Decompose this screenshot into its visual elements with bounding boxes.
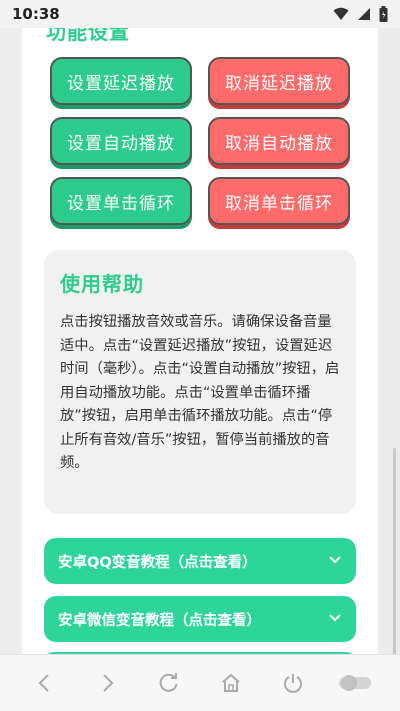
power-icon[interactable] bbox=[271, 661, 315, 705]
button-row: 设置延迟播放 取消延迟播放 bbox=[50, 57, 350, 105]
accordion-label: 安卓微信变音教程（点击查看） bbox=[58, 612, 261, 629]
scrollbar-track bbox=[378, 28, 400, 668]
button-grid: 设置延迟播放 取消延迟播放 设置自动播放 取消自动播放 设置单击循环 取消单击循… bbox=[50, 57, 350, 237]
forward-icon[interactable] bbox=[85, 661, 129, 705]
accordion-qq-tutorial[interactable]: 安卓QQ变音教程（点击查看） bbox=[44, 538, 356, 584]
cancel-loop-button[interactable]: 取消单击循环 bbox=[208, 177, 350, 225]
button-row: 设置单击循环 取消单击循环 bbox=[50, 177, 350, 225]
home-icon[interactable] bbox=[209, 661, 253, 705]
page-card: 功能设置 设置延迟播放 取消延迟播放 设置自动播放 取消自动播放 设置单击循环 … bbox=[22, 0, 378, 654]
help-title: 使用帮助 bbox=[60, 272, 144, 296]
cancel-auto-button[interactable]: 取消自动播放 bbox=[208, 117, 350, 165]
status-icons bbox=[333, 6, 388, 22]
help-text: 点击按钮播放音效或音乐。请确保设备音量适中。点击“设置延迟播放”按钮，设置延迟时… bbox=[60, 314, 340, 471]
set-loop-button[interactable]: 设置单击循环 bbox=[50, 177, 192, 225]
button-row: 设置自动播放 取消自动播放 bbox=[50, 117, 350, 165]
battery-icon bbox=[379, 6, 388, 22]
refresh-icon[interactable] bbox=[147, 661, 191, 705]
scrollbar-thumb[interactable] bbox=[393, 448, 396, 668]
back-icon[interactable] bbox=[23, 661, 67, 705]
help-box: 使用帮助 点击按钮播放音效或音乐。请确保设备音量适中。点击“设置延迟播放”按钮，… bbox=[44, 250, 356, 514]
accordion-wechat-tutorial[interactable]: 安卓微信变音教程（点击查看） bbox=[44, 596, 356, 642]
cancel-delay-button[interactable]: 取消延迟播放 bbox=[208, 57, 350, 105]
screen: 10:38 功能设置 设置延迟播放 取消延迟播放 设置自动播放 取消自动播放 设… bbox=[0, 0, 400, 711]
chevron-down-icon bbox=[328, 611, 342, 627]
bottom-nav-bar bbox=[0, 654, 400, 711]
accordion-label: 安卓QQ变音教程（点击查看） bbox=[58, 554, 257, 571]
toggle-icon[interactable] bbox=[333, 661, 377, 705]
set-auto-button[interactable]: 设置自动播放 bbox=[50, 117, 192, 165]
chevron-down-icon bbox=[328, 553, 342, 569]
wifi-icon bbox=[333, 7, 349, 21]
set-delay-button[interactable]: 设置延迟播放 bbox=[50, 57, 192, 105]
signal-icon bbox=[357, 7, 371, 21]
status-bar: 10:38 bbox=[0, 0, 400, 28]
status-time: 10:38 bbox=[12, 5, 60, 23]
